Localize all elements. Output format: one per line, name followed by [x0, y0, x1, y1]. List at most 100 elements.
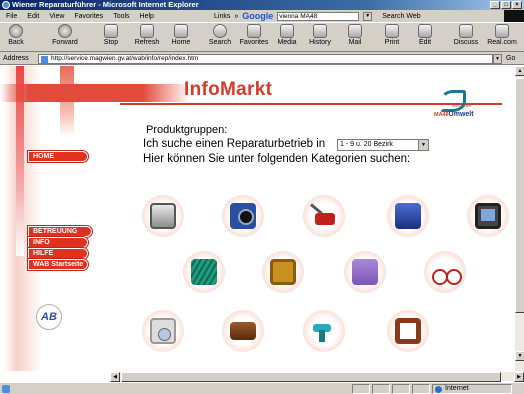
- select-arrow-icon: ▼: [418, 140, 428, 150]
- category-belt[interactable]: [387, 310, 429, 352]
- realcom-button[interactable]: Real.com: [484, 24, 520, 46]
- menu-tools[interactable]: Tools: [113, 13, 129, 20]
- scroll-up-arrow-icon[interactable]: ▲: [515, 66, 524, 76]
- media-button[interactable]: Media: [274, 24, 300, 46]
- discuss-icon: [459, 24, 473, 38]
- media-icon: [280, 24, 294, 38]
- category-ski-boot[interactable]: [387, 195, 429, 237]
- back-button[interactable]: Back: [2, 24, 30, 46]
- address-input[interactable]: http://service.magwien.gv.at/wab/info/re…: [38, 54, 493, 64]
- history-button[interactable]: History: [306, 24, 334, 46]
- category-washing-machine[interactable]: [142, 310, 184, 352]
- menu-view[interactable]: View: [49, 13, 64, 20]
- discuss-button[interactable]: Discuss: [452, 24, 480, 46]
- category-lawn-mower[interactable]: [303, 195, 345, 237]
- home-icon: [174, 24, 188, 38]
- stop-button[interactable]: Stop: [100, 24, 122, 46]
- internet-explorer-icon: [2, 1, 10, 9]
- mail-button[interactable]: Mail: [344, 24, 366, 46]
- camera-icon: [230, 203, 256, 229]
- address-bar: Address http://service.magwien.gv.at/wab…: [0, 52, 524, 65]
- menu-file[interactable]: File: [6, 13, 17, 20]
- ma48-swirl-icon: [440, 90, 466, 112]
- google-logo[interactable]: Google: [242, 11, 273, 21]
- scroll-left-arrow-icon[interactable]: ◀: [110, 372, 120, 382]
- page-icon: [41, 56, 48, 63]
- home-button[interactable]: Home: [168, 24, 194, 46]
- search-intro-text: Ich suche einen Reparaturbetrieb in: [143, 138, 326, 150]
- links-label[interactable]: Links: [214, 13, 230, 20]
- status-bar: Internet: [0, 382, 524, 394]
- shoe-icon: [230, 322, 256, 340]
- menu-favorites[interactable]: Favorites: [74, 13, 103, 20]
- search-web-button[interactable]: Search Web: [382, 13, 420, 20]
- vertical-scroll-thumb[interactable]: [515, 78, 524, 313]
- window-titlebar[interactable]: Wiener Reparaturführer - Microsoft Inter…: [0, 0, 524, 10]
- category-armchair[interactable]: [344, 251, 386, 293]
- category-garden-hose[interactable]: [183, 251, 225, 293]
- horizontal-scroll-thumb[interactable]: [121, 372, 501, 382]
- logo-small-text: Wien schafft: [452, 104, 472, 108]
- garden-hose-icon: [191, 259, 217, 285]
- edit-page-icon: [418, 24, 432, 38]
- red-header-band: [0, 84, 190, 102]
- google-search-input[interactable]: vienna MA48: [277, 11, 360, 21]
- close-button[interactable]: ×: [512, 1, 522, 9]
- status-cell: [412, 384, 430, 394]
- category-computer[interactable]: [142, 195, 184, 237]
- nav-info-button[interactable]: INFO: [28, 237, 88, 248]
- forward-button[interactable]: Forward: [50, 24, 80, 46]
- favorites-button[interactable]: Favorites: [236, 24, 272, 46]
- category-shoe[interactable]: [222, 310, 264, 352]
- address-dropdown-arrow-icon[interactable]: ▼: [493, 54, 502, 64]
- ab-logo-link[interactable]: AB: [36, 304, 62, 330]
- category-watch[interactable]: [262, 251, 304, 293]
- nav-betreuung-button[interactable]: BETREUUNG: [28, 226, 92, 237]
- page-title: InfoMarkt: [184, 79, 273, 100]
- status-cell: [392, 384, 410, 394]
- ma48-umwelt-logo[interactable]: Wien schafft MA48Umwelt: [434, 90, 474, 120]
- district-select[interactable]: 1 - 9 u. 20 Bezirk ▼: [337, 139, 429, 151]
- television-icon: [475, 203, 501, 229]
- category-power-drill[interactable]: [303, 310, 345, 352]
- print-button[interactable]: Print: [381, 24, 403, 46]
- mail-icon: [348, 24, 362, 38]
- category-bicycle[interactable]: [424, 251, 466, 293]
- vertical-scrollbar[interactable]: ▲ ▼: [514, 66, 524, 371]
- realcom-icon: [495, 24, 509, 38]
- nav-wab-startseite-button[interactable]: WAB Startseite: [28, 259, 88, 270]
- logo-text: MA48Umwelt: [434, 111, 474, 118]
- maximize-button[interactable]: □: [501, 1, 511, 9]
- window-title: Wiener Reparaturführer - Microsoft Inter…: [12, 0, 199, 9]
- minimize-button[interactable]: _: [490, 1, 500, 9]
- edit-button[interactable]: Edit: [415, 24, 435, 46]
- category-camera[interactable]: [222, 195, 264, 237]
- address-url: http://service.magwien.gv.at/wab/info/re…: [51, 55, 199, 62]
- menu-help[interactable]: Help: [140, 13, 154, 20]
- links-chevron[interactable]: »: [234, 13, 238, 20]
- category-intro-text: Hier können Sie unter folgenden Kategori…: [143, 153, 411, 165]
- page-status-icon: [2, 385, 10, 393]
- refresh-button[interactable]: Refresh: [132, 24, 162, 46]
- power-drill-icon: [311, 318, 337, 344]
- search-button[interactable]: Search: [206, 24, 234, 46]
- scroll-down-arrow-icon[interactable]: ▼: [515, 351, 524, 361]
- menu-edit[interactable]: Edit: [27, 13, 39, 20]
- window-controls: _ □ ×: [490, 1, 522, 9]
- category-television[interactable]: [467, 195, 509, 237]
- belt-icon: [395, 318, 421, 344]
- horizontal-scrollbar[interactable]: ◀ ▶: [110, 371, 524, 382]
- print-icon: [385, 24, 399, 38]
- page-content: InfoMarkt Wien schafft MA48Umwelt Produk…: [0, 66, 514, 371]
- search-icon: [213, 24, 227, 38]
- nav-home-button[interactable]: HOME: [28, 151, 88, 162]
- scroll-right-arrow-icon[interactable]: ▶: [514, 372, 524, 382]
- nav-hilfe-button[interactable]: HILFE: [28, 248, 88, 259]
- refresh-icon: [140, 24, 154, 38]
- go-button[interactable]: Go: [506, 55, 515, 62]
- back-arrow-icon: [9, 24, 23, 38]
- toolbar: Back Forward Stop Refresh Home Search Fa…: [0, 22, 524, 52]
- watch-icon: [270, 259, 296, 285]
- google-dropdown-arrow-icon[interactable]: ▼: [363, 11, 373, 21]
- armchair-icon: [352, 259, 378, 285]
